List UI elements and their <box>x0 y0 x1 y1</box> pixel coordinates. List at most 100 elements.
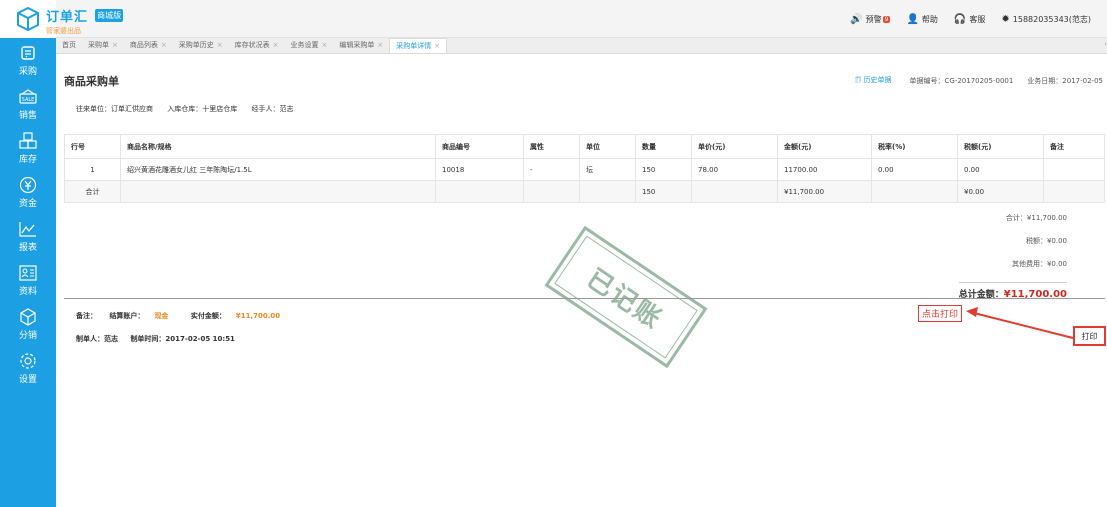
maker-info: 制单人：范志 制单时间：2017-02-05 10:51 <box>76 334 245 344</box>
divider <box>64 298 1105 299</box>
cell-quantity: 150 <box>635 158 692 181</box>
help-button[interactable]: 👤 帮助 <box>906 14 937 25</box>
money-icon <box>19 176 37 193</box>
print-button[interactable]: 打印 <box>1073 326 1106 346</box>
items-table: 行号 商品名称/规格 商品编号 属性 单位 数量 单价(元) 金额(元) 税率(… <box>64 134 1105 203</box>
table-header-row: 行号 商品名称/规格 商品编号 属性 单位 数量 单价(元) 金额(元) 税率(… <box>64 134 1105 159</box>
warehouse: 入库仓库：十里店仓库 <box>167 105 238 113</box>
handler: 经手人：范志 <box>251 105 294 113</box>
tab-label: 库存状况表 <box>234 41 270 49</box>
cell-unit: 坛 <box>579 158 636 181</box>
total-amount: ¥11,700.00 <box>777 180 872 203</box>
tab-edit-order[interactable]: 编辑采购单 × <box>333 38 389 53</box>
made-time: 制单时间：2017-02-05 10:51 <box>130 335 235 343</box>
sidebar-label: 采购 <box>18 66 37 77</box>
col-header: 属性 <box>523 134 580 159</box>
sale-icon: SALE <box>19 88 37 104</box>
chart-icon <box>19 221 36 237</box>
close-icon[interactable]: × <box>112 38 118 53</box>
tab-business-settings[interactable]: 业务设置 × <box>285 38 334 53</box>
close-icon[interactable]: × <box>273 38 279 53</box>
history-label: 历史单据 <box>863 76 892 84</box>
user-icon: 👤 <box>906 13 919 25</box>
tab-stock-report[interactable]: 库存状况表 × <box>229 38 285 53</box>
tab-order-detail[interactable]: 采购单详情 × <box>389 38 448 54</box>
cell-attribute: - <box>523 158 580 181</box>
close-icon[interactable]: × <box>377 38 383 53</box>
settlement-account: 结算账户： 现金 <box>109 312 178 320</box>
sidebar-item-inventory[interactable]: 库存 <box>0 126 56 170</box>
col-header: 金额(元) <box>777 134 872 159</box>
tab-label: 业务设置 <box>290 41 319 49</box>
help-label: 帮助 <box>921 14 938 24</box>
speaker-icon: 🔊 <box>850 13 863 25</box>
sidebar-item-purchase[interactable]: 采购 <box>0 38 56 82</box>
summary-tax: 税额：¥0.00 <box>1025 237 1067 245</box>
user-label: 15882035343(范志) <box>1012 14 1091 24</box>
history-link[interactable]: 🗊 历史单据 <box>855 75 892 87</box>
tab-bar: 首页 采购单 × 商品列表 × 采购单历史 × 库存状况表 × 业务设置 × 编辑采购单 ×… <box>56 38 1107 54</box>
cell-unit-price: 78.00 <box>691 158 778 181</box>
footer-notes: 备注： 结算账户： 现金 实付金额： ¥11,700.00 <box>76 311 300 321</box>
alerts-badge: 9 <box>882 15 891 23</box>
close-icon[interactable]: × <box>434 39 440 54</box>
close-icon[interactable]: × <box>161 38 167 53</box>
tab-label: 采购单详情 <box>396 41 432 50</box>
main-content: 商品采购单 🗊 历史单据 单据编号：CG-20170205-0001 业务日期：… <box>56 55 1107 507</box>
cart-icon <box>21 45 35 60</box>
tab-home[interactable]: 首页 <box>56 38 82 53</box>
col-header: 商品名称/规格 <box>120 134 436 159</box>
page-title: 商品采购单 <box>64 75 119 88</box>
alerts-button[interactable]: 🔊 预警 9 <box>850 13 891 25</box>
table-row: 1 绍兴黄酒花雕酒女儿红 三年陈陶坛/1.5L 10018 - 坛 150 78… <box>64 158 1105 181</box>
service-button[interactable]: 🎧 客服 <box>954 14 985 25</box>
sidebar: 采购 SALE 销售 库存 资金 报表 资料 分销 设置 <box>0 38 56 507</box>
sidebar-item-reports[interactable]: 报表 <box>0 214 56 258</box>
sidebar-item-sales[interactable]: SALE 销售 <box>0 82 56 126</box>
sidebar-item-profile[interactable]: 资料 <box>0 258 56 302</box>
sidebar-item-distribution[interactable]: 分销 <box>0 302 56 346</box>
gear-icon <box>20 352 36 369</box>
paid-value: ¥11,700.00 <box>235 312 281 320</box>
brand: 订单汇 商城版 管家婆出品 <box>46 6 124 36</box>
cell-tax-rate: 0.00 <box>871 158 958 181</box>
total-quantity: 150 <box>635 180 692 203</box>
tab-label: 采购单历史 <box>178 41 214 49</box>
remark-label: 备注： <box>76 312 97 320</box>
cell-remark <box>1043 158 1105 181</box>
close-icon[interactable]: × <box>217 38 223 53</box>
total-tax: ¥0.00 <box>957 180 1044 203</box>
cell-product-name: 绍兴黄酒花雕酒女儿红 三年陈陶坛/1.5L <box>120 158 436 181</box>
col-header: 单位 <box>579 134 636 159</box>
user-menu[interactable]: ✹ 15882035343(范志) <box>1001 14 1091 25</box>
col-header: 税额(元) <box>957 134 1044 159</box>
cube-logo-icon <box>17 6 39 32</box>
col-header: 税率(%) <box>871 134 958 159</box>
tab-product-list[interactable]: 商品列表 × <box>124 38 173 53</box>
brand-name: 订单汇 <box>46 10 89 25</box>
sidebar-item-settings[interactable]: 设置 <box>0 346 56 390</box>
sidebar-label: 设置 <box>18 374 37 385</box>
sidebar-item-funds[interactable]: 资金 <box>0 170 56 214</box>
col-header: 单价(元) <box>691 134 778 159</box>
brand-subtitle: 管家婆出品 <box>46 27 81 35</box>
cell-product-code: 10018 <box>435 158 524 181</box>
top-toolbar: 🔊 预警 9 👤 帮助 🎧 客服 ✹ 15882035343(范志) <box>850 0 1107 38</box>
tab-order-history[interactable]: 采购单历史 × <box>173 38 229 53</box>
cell-row-no: 1 <box>64 158 121 181</box>
col-header: 商品编号 <box>435 134 524 159</box>
col-header: 备注 <box>1043 134 1105 159</box>
summary-subtotal: 合计：¥11,700.00 <box>1005 214 1067 222</box>
tab-purchase-order[interactable]: 采购单 × <box>82 38 124 53</box>
sidebar-label: 分销 <box>18 330 37 341</box>
close-icon[interactable]: × <box>322 38 328 53</box>
profile-icon <box>19 264 37 281</box>
total-label: 合计 <box>64 180 121 203</box>
tab-label: 首页 <box>62 41 76 49</box>
service-label: 客服 <box>969 14 986 24</box>
cube-icon <box>20 307 36 326</box>
summary-other-fee: 其他费用：¥0.00 <box>1011 260 1067 268</box>
account-value: 现金 <box>154 312 169 320</box>
sidebar-label: 资金 <box>18 198 37 209</box>
maker: 制单人：范志 <box>76 335 118 343</box>
